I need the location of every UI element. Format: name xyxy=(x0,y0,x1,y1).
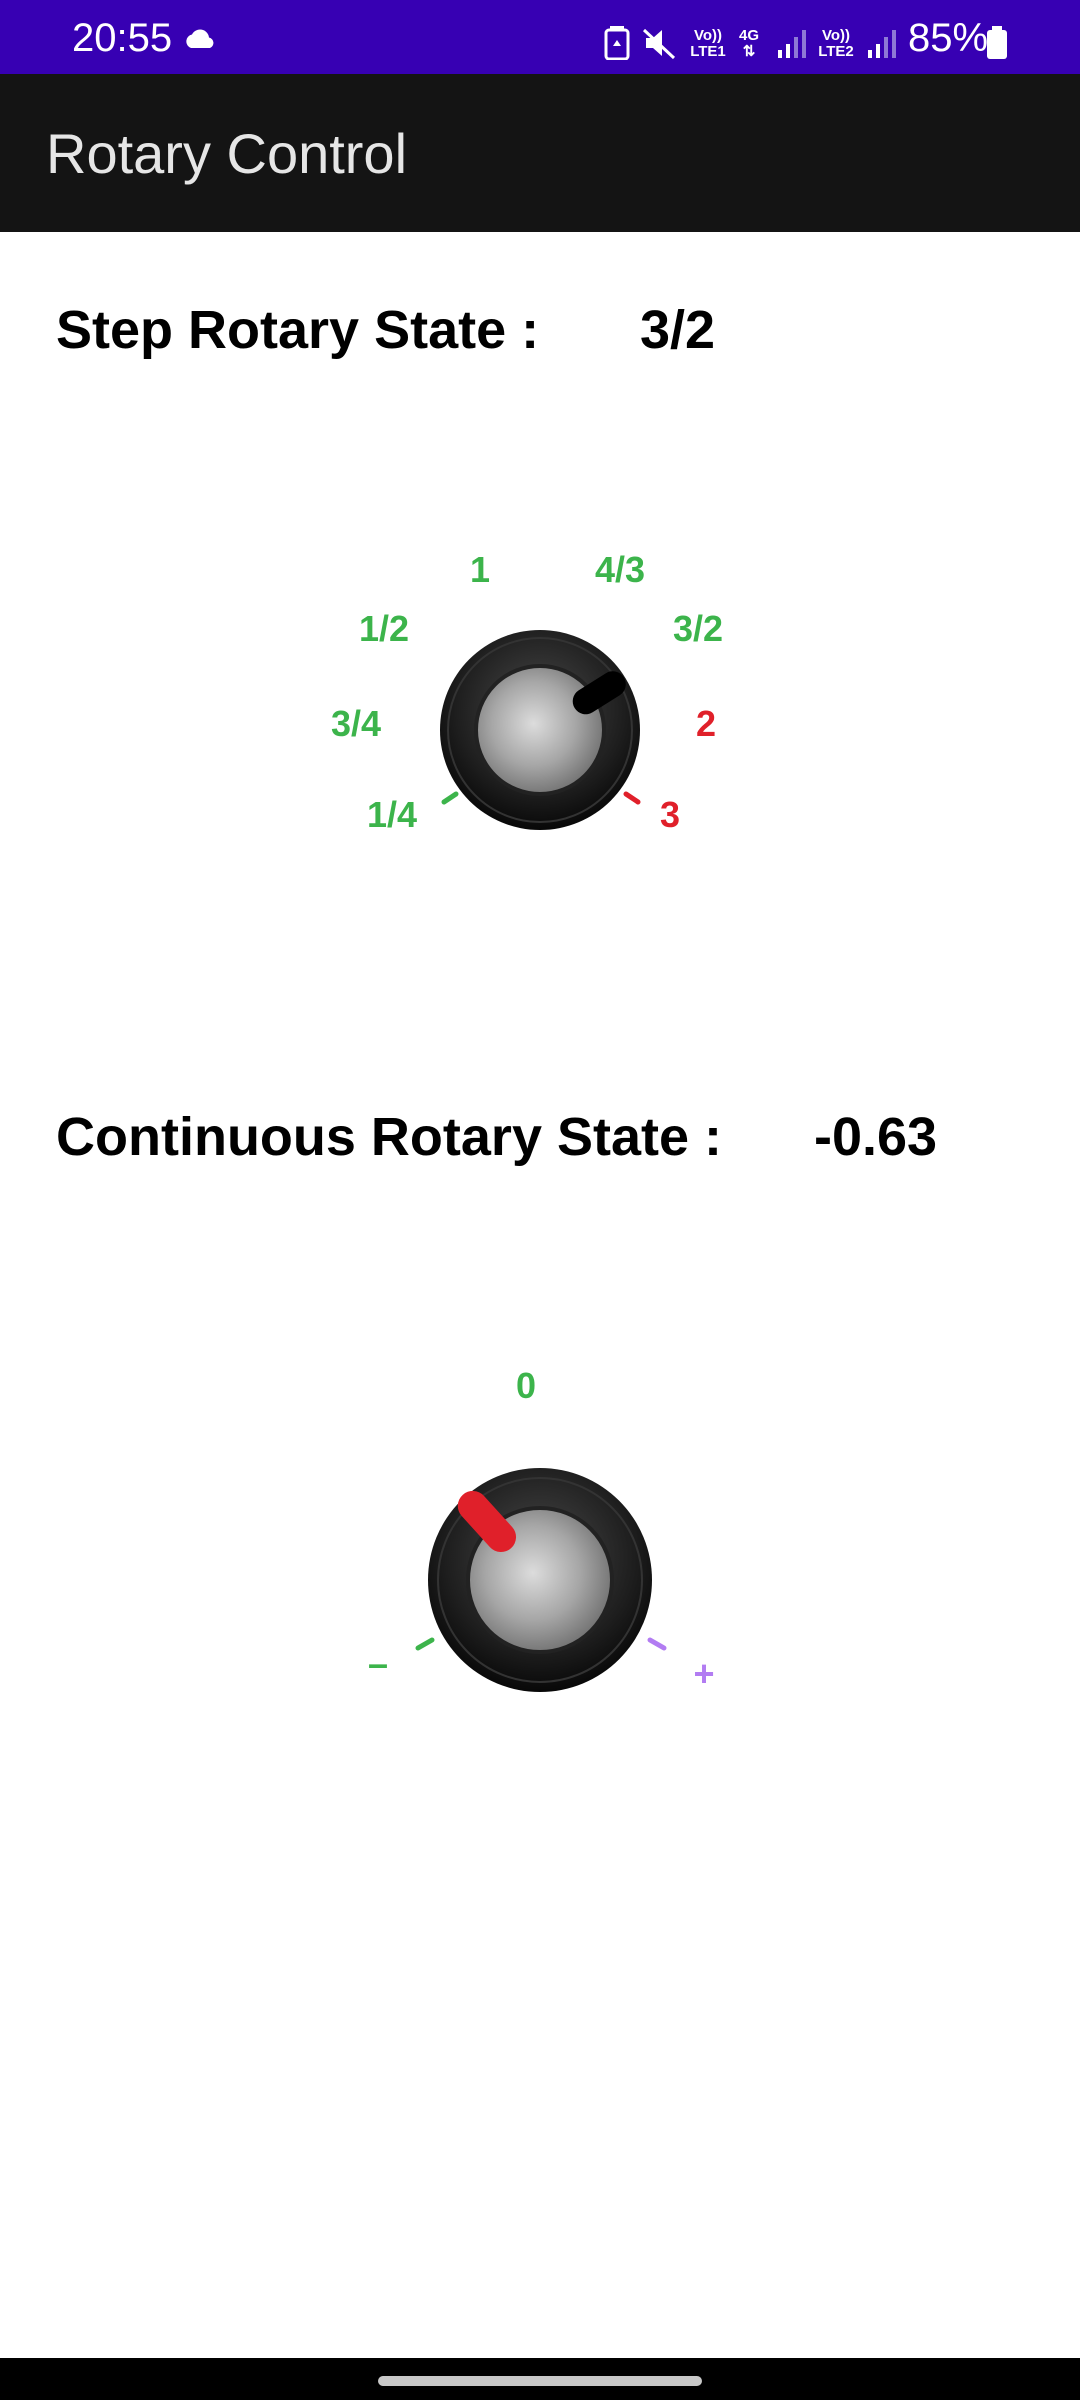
step-rotary-state-value: 3/2 xyxy=(640,300,716,360)
battery-percent: 85% xyxy=(908,16,989,60)
continuous-max-tick xyxy=(647,1637,667,1651)
step-tick-label: 3/4 xyxy=(330,703,382,744)
continuous-mid-label: 0 xyxy=(515,1365,537,1406)
sim2-volte: Vo)) LTE2 xyxy=(814,28,858,60)
continuous-rotary-state-value: -0.63 xyxy=(814,1107,938,1167)
sim1-volte: Vo)) LTE1 xyxy=(688,28,728,60)
home-gesture-handle[interactable] xyxy=(378,2376,702,2386)
step-tick-mark xyxy=(623,791,641,805)
app-title: Rotary Control xyxy=(46,122,408,185)
step-tick-mark xyxy=(441,791,459,805)
mute-icon xyxy=(642,28,676,60)
data-arrows-icon: ⇅ xyxy=(742,43,756,60)
continuous-knob-indicator xyxy=(457,1490,517,1553)
navigation-bar xyxy=(0,2358,1080,2400)
signal-icon xyxy=(868,30,896,58)
signal-icon xyxy=(778,30,806,58)
app-bar: Rotary Control xyxy=(0,74,1080,232)
sim2-volte-bottom: LTE2 xyxy=(818,43,854,60)
status-bar: 20:55 Vo)) LTE1 4G ⇅ Vo)) LTE2 85% xyxy=(0,0,1080,74)
knob-cap xyxy=(474,664,606,796)
network-type-label: 4G xyxy=(738,27,759,44)
status-time: 20:55 xyxy=(72,16,173,60)
cloud-icon xyxy=(186,29,214,48)
step-rotary-knob[interactable] xyxy=(380,580,700,900)
sim1-volte-top: Vo)) xyxy=(693,27,723,44)
battery-icon xyxy=(987,26,1007,59)
network-type: 4G ⇅ xyxy=(734,28,764,60)
sim2-volte-top: Vo)) xyxy=(821,27,851,44)
continuous-min-tick xyxy=(415,1637,435,1651)
sim1-volte-bottom: LTE1 xyxy=(690,43,726,60)
continuous-rotary-state-label: Continuous Rotary State : xyxy=(56,1107,723,1167)
step-rotary-state-label: Step Rotary State : xyxy=(56,300,540,360)
step-knob-indicator xyxy=(572,671,626,715)
battery-saver-icon xyxy=(604,26,630,60)
continuous-rotary-knob[interactable] xyxy=(380,1420,700,1740)
